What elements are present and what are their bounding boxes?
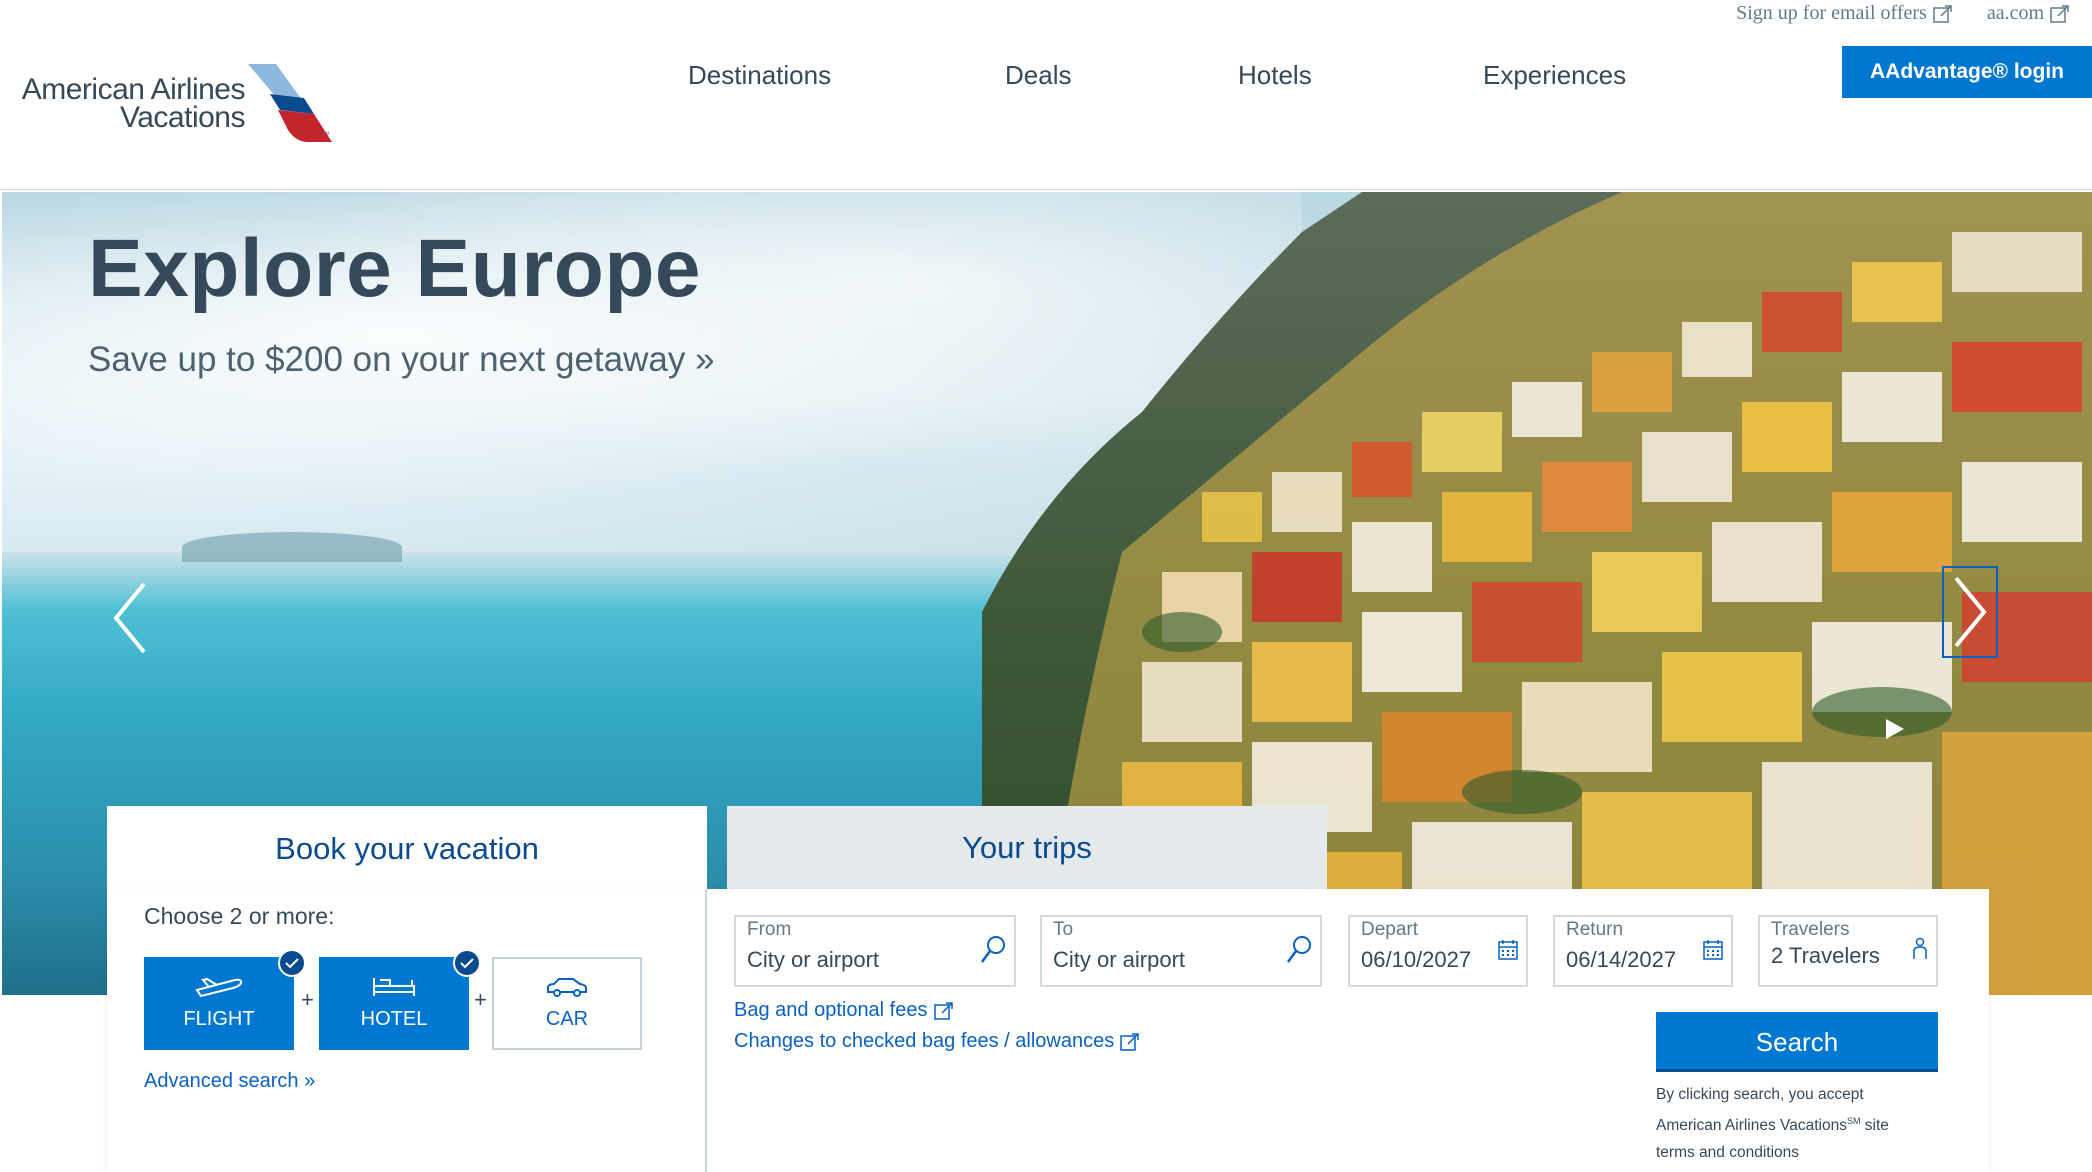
external-link-icon	[933, 1001, 953, 1020]
terms-notice: By clicking search, you accept American …	[1656, 1081, 1956, 1166]
flight-label: FLIGHT	[183, 1008, 255, 1030]
hero-title: Explore Europe	[88, 223, 702, 314]
checked-bag-label: Changes to checked bag fees / allowances	[734, 1030, 1115, 1052]
advanced-search-link[interactable]: Advanced search »	[144, 1070, 315, 1093]
chevron-left-icon	[113, 582, 146, 654]
travelers-field[interactable]: Travelers 2 Travelers	[1758, 915, 1938, 987]
travelers-select[interactable]: 2 Travelers	[1771, 943, 1880, 969]
hero-offer-link[interactable]: Save up to $200 on your next getaway »	[88, 340, 715, 380]
email-offers-label: Sign up for email offers	[1736, 2, 1927, 24]
travelers-label: Travelers	[1771, 919, 1850, 940]
service-mark: SM	[1846, 1116, 1861, 1126]
terms-brand: American Airlines Vacations	[1656, 1117, 1847, 1135]
bed-icon	[373, 978, 415, 996]
flight-toggle[interactable]: FLIGHT	[144, 949, 306, 1050]
to-input[interactable]: City or airport	[1053, 947, 1185, 973]
car-label: CAR	[545, 1008, 589, 1030]
checkmark-icon	[278, 949, 306, 977]
tab-book-vacation[interactable]: Book your vacation	[107, 806, 707, 891]
search-icon	[980, 935, 1006, 970]
return-field[interactable]: Return 06/14/2027	[1553, 915, 1733, 987]
nav-hotels[interactable]: Hotels	[1238, 60, 1312, 91]
chevron-right-icon	[1954, 576, 1987, 648]
play-icon	[1886, 719, 1904, 739]
from-label: From	[747, 919, 792, 940]
choose-label: Choose 2 or more:	[144, 903, 335, 929]
distant-island	[182, 532, 402, 562]
terms-link[interactable]: terms and conditions	[1656, 1139, 1956, 1166]
aadvantage-login-button[interactable]: AAdvantage® login	[1842, 46, 2092, 98]
aa-vacations-logo[interactable]: American Airlines Vacations ™	[10, 60, 340, 150]
search-icon	[1286, 935, 1312, 970]
product-selector: Choose 2 or more: FLIGHT + HOTEL + CAR A…	[107, 889, 707, 1172]
trademark-mark: ™	[322, 130, 330, 139]
carousel-prev-button[interactable]	[102, 574, 158, 662]
site-header: Sign up for email offers aa.com American…	[0, 0, 2092, 190]
external-link-icon	[1933, 4, 1953, 24]
logo-line-2: Vacations	[119, 101, 246, 134]
email-offers-link[interactable]: Sign up for email offers	[1736, 2, 1953, 25]
airplane-icon	[195, 977, 243, 998]
checked-bag-changes-link[interactable]: Changes to checked bag fees / allowances	[734, 1030, 1140, 1053]
terms-line-1: By clicking search, you accept	[1656, 1086, 1864, 1103]
nav-experiences[interactable]: Experiences	[1483, 60, 1626, 91]
terms-site: site	[1860, 1117, 1889, 1135]
external-link-icon	[2050, 4, 2070, 24]
car-toggle[interactable]: CAR	[492, 957, 642, 1050]
depart-input[interactable]: 06/10/2027	[1361, 947, 1471, 973]
tab-your-trips[interactable]: Your trips	[727, 806, 1327, 889]
person-icon	[1912, 937, 1928, 966]
from-field[interactable]: From City or airport	[734, 915, 1016, 987]
plus-sign: +	[301, 987, 314, 1012]
hotel-toggle[interactable]: HOTEL	[319, 949, 481, 1050]
return-label: Return	[1566, 919, 1624, 940]
search-button[interactable]: Search	[1656, 1012, 1938, 1072]
to-label: To	[1053, 919, 1074, 940]
checkmark-icon	[453, 949, 481, 977]
calendar-icon	[1498, 939, 1518, 966]
hotel-label: HOTEL	[360, 1008, 428, 1030]
to-field[interactable]: To City or airport	[1040, 915, 1322, 987]
terms-line-2: American Airlines VacationsSM site	[1656, 1108, 1956, 1139]
depart-label: Depart	[1361, 919, 1419, 940]
carousel-play-button[interactable]	[1884, 717, 1906, 744]
external-link-icon	[1120, 1032, 1139, 1051]
carousel-next-button[interactable]	[1942, 566, 1998, 658]
bag-fees-label: Bag and optional fees	[734, 999, 928, 1021]
logo-wordmark: American Airlines Vacations	[10, 73, 246, 134]
nav-destinations[interactable]: Destinations	[688, 60, 831, 91]
booking-widget: Book your vacation Your trips Choose 2 o…	[107, 806, 1989, 1172]
from-input[interactable]: City or airport	[747, 947, 879, 973]
nav-deals[interactable]: Deals	[1005, 60, 1071, 91]
utility-links: Sign up for email offers aa.com	[1736, 2, 2070, 25]
car-icon	[547, 978, 587, 997]
calendar-icon	[1703, 939, 1723, 966]
bag-fees-link[interactable]: Bag and optional fees	[734, 999, 954, 1022]
depart-field[interactable]: Depart 06/10/2027	[1348, 915, 1528, 987]
logo-line-1: American Airlines	[21, 73, 246, 106]
return-input[interactable]: 06/14/2027	[1566, 947, 1676, 973]
aa-com-label: aa.com	[1986, 2, 2044, 24]
plus-sign: +	[474, 987, 487, 1012]
aa-com-link[interactable]: aa.com	[1987, 2, 2070, 25]
booking-panel: Choose 2 or more: FLIGHT + HOTEL + CAR A…	[107, 889, 1989, 1172]
